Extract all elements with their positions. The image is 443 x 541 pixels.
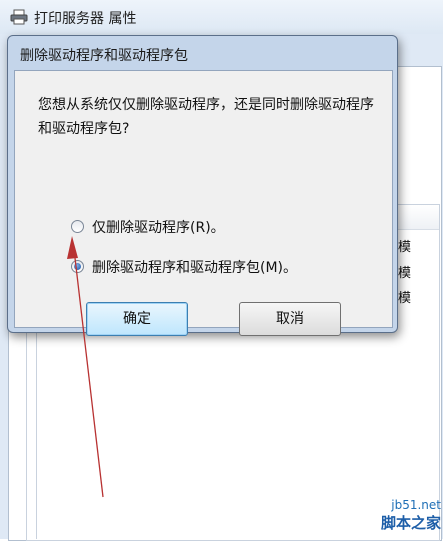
window-titlebar: 打印服务器 属性 — [0, 0, 443, 34]
watermark: jb51.net 脚本之家 — [381, 498, 441, 533]
printer-icon — [10, 9, 28, 25]
dialog-message: 您想从系统仅仅删除驱动程序，还是同时删除驱动程序和驱动程序包? — [38, 97, 374, 137]
panel-divider — [36, 330, 37, 539]
dialog-title: 删除驱动程序和驱动程序包 — [20, 48, 188, 64]
radio-dot — [74, 263, 81, 270]
radio-label: 删除驱动程序和驱动程序包(M)。 — [92, 260, 298, 276]
cancel-button[interactable]: 取消 — [239, 302, 341, 336]
dialog-titlebar[interactable]: 删除驱动程序和驱动程序包 — [8, 36, 397, 70]
radio-label: 仅删除驱动程序(R)。 — [92, 220, 225, 236]
watermark-brand: 脚本之家 — [380, 514, 441, 532]
dialog-body: 您想从系统仅仅删除驱动程序，还是同时删除驱动程序和驱动程序包? 仅删除驱动程序(… — [14, 70, 393, 336]
ok-button[interactable]: 确定 — [86, 302, 188, 336]
remove-driver-dialog: 删除驱动程序和驱动程序包 您想从系统仅仅删除驱动程序，还是同时删除驱动程序和驱动… — [7, 35, 398, 336]
watermark-url: jb51.net — [391, 498, 441, 512]
radio-unselected-icon[interactable] — [71, 220, 84, 233]
radio-selected-icon[interactable] — [71, 260, 84, 273]
window-title: 打印服务器 属性 — [34, 11, 137, 27]
